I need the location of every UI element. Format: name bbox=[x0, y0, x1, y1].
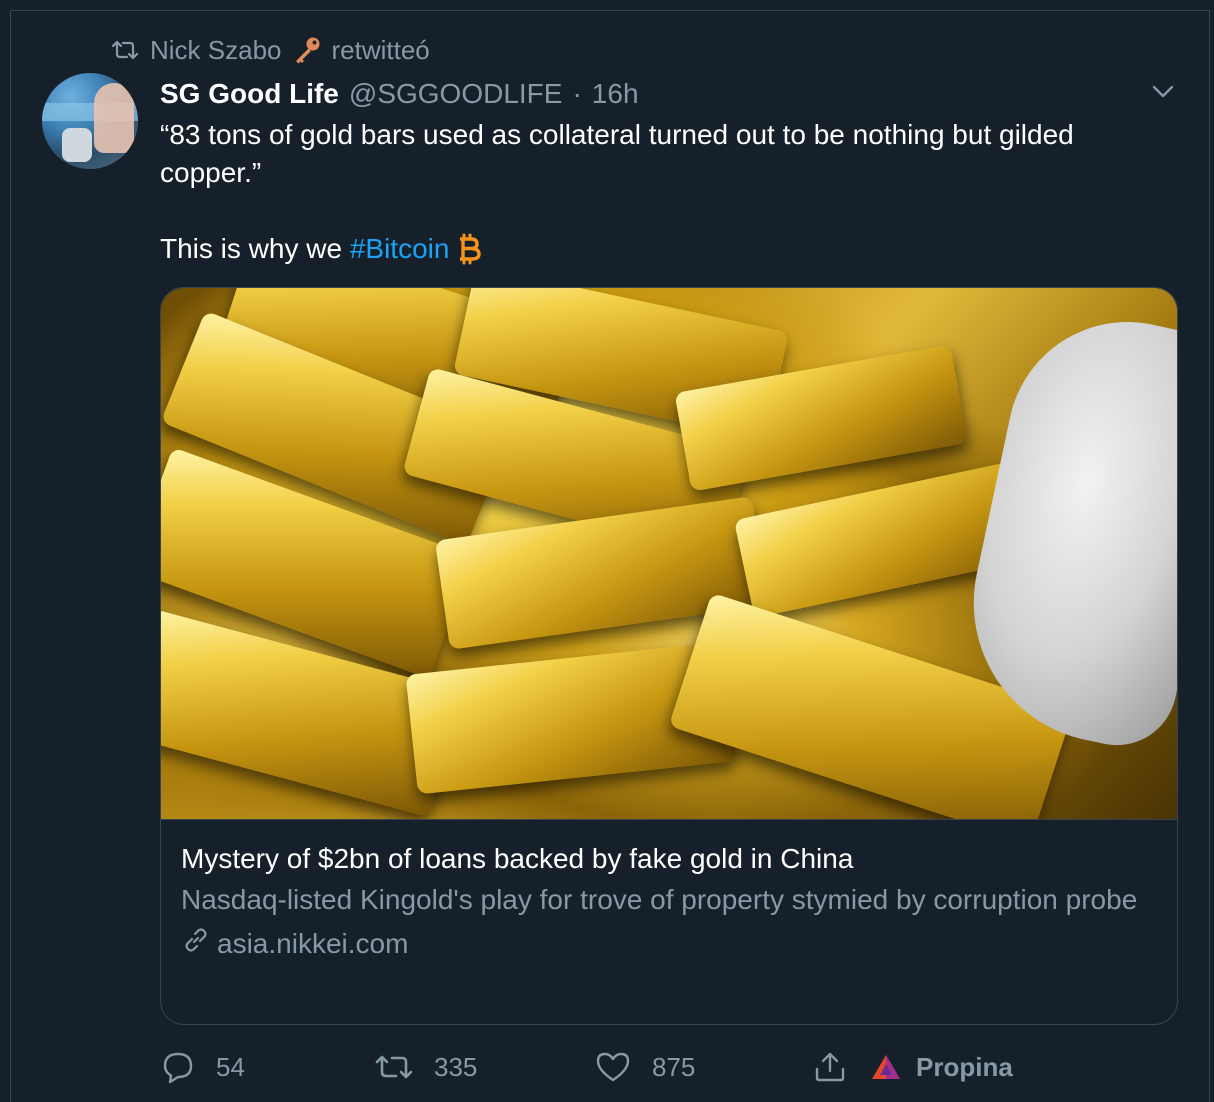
retweeter-name[interactable]: Nick Szabo bbox=[150, 35, 282, 66]
tweet-text-quote: “83 tons of gold bars used as collateral… bbox=[160, 119, 1074, 188]
retweet-count: 335 bbox=[434, 1051, 478, 1082]
tweet-body: “83 tons of gold bars used as collateral… bbox=[160, 116, 1170, 268]
chevron-down-icon[interactable] bbox=[1150, 82, 1176, 102]
tweet-actions: 54 335 875 Propina bbox=[160, 1044, 1060, 1090]
like-button[interactable]: 875 bbox=[594, 1044, 695, 1090]
card-body: Mystery of $2bn of loans backed by fake … bbox=[181, 841, 1161, 962]
bitcoin-icon bbox=[455, 232, 483, 266]
tweet-timestamp[interactable]: 16h bbox=[592, 78, 639, 110]
like-count: 875 bbox=[652, 1051, 696, 1082]
card-title: Mystery of $2bn of loans backed by fake … bbox=[181, 843, 854, 874]
brave-rewards-icon bbox=[870, 1052, 902, 1082]
display-name[interactable]: SG Good Life bbox=[160, 78, 339, 110]
reply-count: 54 bbox=[216, 1051, 245, 1082]
link-icon bbox=[181, 925, 211, 962]
tweet-header: SG Good Life @SGGOODLIFE · 16h bbox=[160, 72, 639, 116]
key-icon bbox=[292, 35, 322, 65]
retweet-icon bbox=[110, 39, 140, 61]
share-button[interactable] bbox=[812, 1044, 848, 1090]
tweet-text-line2: This is why we #Bitcoin bbox=[160, 230, 1170, 268]
retweet-action-label: retwitteó bbox=[331, 34, 430, 65]
retweet-icon bbox=[374, 1052, 414, 1082]
hashtag-link[interactable]: #Bitcoin bbox=[350, 230, 450, 268]
card-description: Nasdaq-listed Kingold's play for trove o… bbox=[181, 884, 1138, 915]
user-handle[interactable]: @SGGOODLIFE bbox=[349, 78, 563, 110]
tip-label: Propina bbox=[916, 1051, 1013, 1082]
reply-icon bbox=[160, 1049, 196, 1085]
share-icon bbox=[812, 1049, 848, 1085]
tip-button[interactable]: Propina bbox=[870, 1044, 1013, 1090]
heart-icon bbox=[594, 1049, 632, 1085]
card-image-gold-bars[interactable] bbox=[161, 288, 1177, 820]
reply-button[interactable]: 54 bbox=[160, 1044, 245, 1090]
tweet-text-prefix: This is why we bbox=[160, 233, 350, 264]
retweet-button[interactable]: 335 bbox=[374, 1044, 477, 1090]
separator-dot: · bbox=[572, 78, 582, 109]
retweet-context: Nick Szabo retwitteó bbox=[110, 30, 430, 70]
link-card[interactable]: Mystery of $2bn of loans backed by fake … bbox=[160, 287, 1178, 1025]
card-domain: asia.nikkei.com bbox=[181, 925, 1161, 962]
card-domain-text: asia.nikkei.com bbox=[217, 927, 409, 959]
avatar[interactable] bbox=[42, 73, 138, 169]
